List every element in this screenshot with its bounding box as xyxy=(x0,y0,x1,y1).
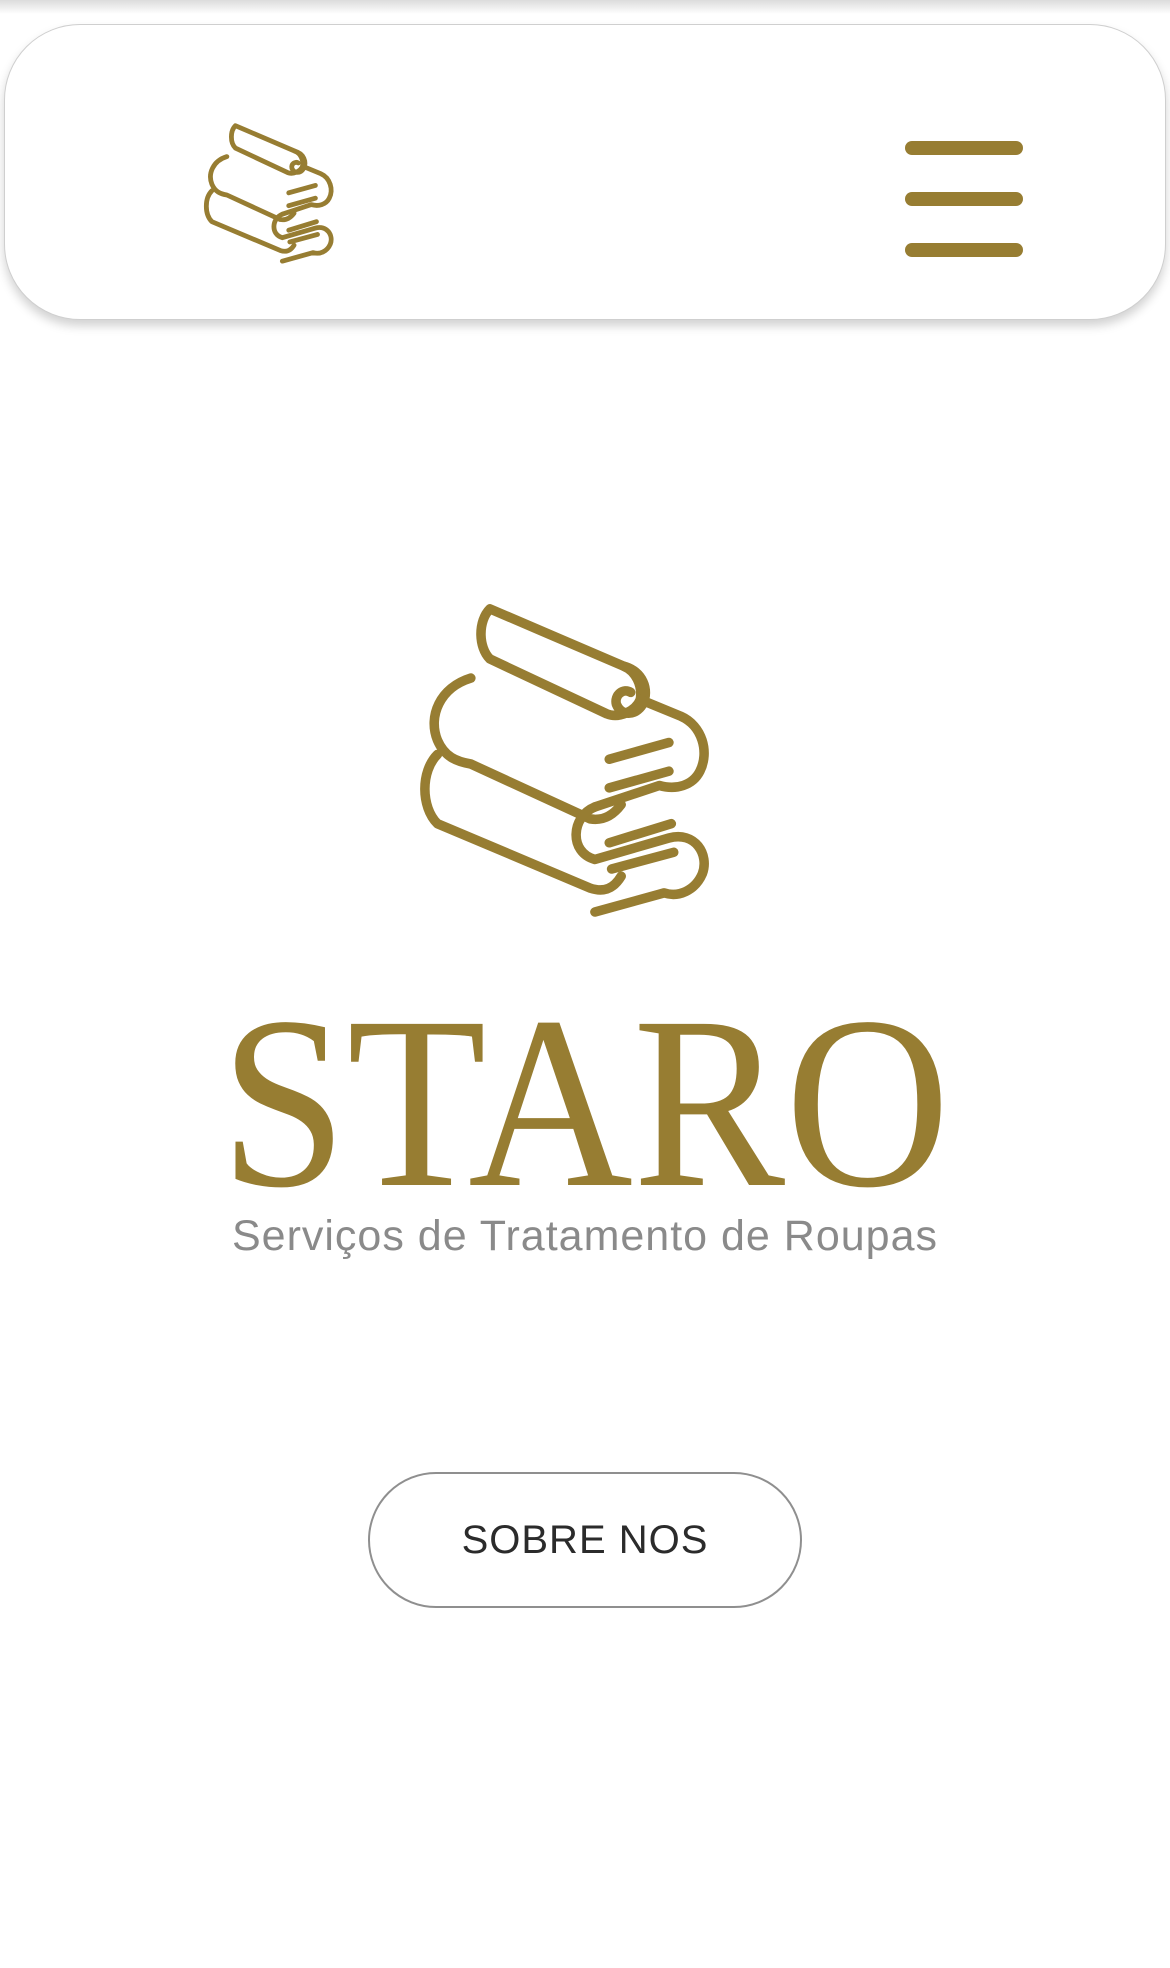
menu-bar-top xyxy=(905,141,1023,155)
menu-bar-middle xyxy=(905,192,1023,206)
folded-towels-icon xyxy=(203,123,334,264)
hamburger-menu-button[interactable] xyxy=(901,137,1027,261)
site-header xyxy=(4,24,1166,320)
hero-logo xyxy=(404,580,762,948)
menu-bar-bottom xyxy=(905,243,1023,257)
folded-towels-logo-icon xyxy=(420,604,709,917)
status-bar-shade xyxy=(0,0,1170,14)
brand-name: STARO xyxy=(220,992,950,1202)
header-logo-link[interactable] xyxy=(191,115,363,275)
brand-tagline: Serviços de Tratamento de Roupas xyxy=(231,1212,939,1260)
brand-wordmark: STARO xyxy=(220,992,950,1202)
page: STARO Serviços de Tratamento de Roupas S… xyxy=(0,0,1170,1968)
sobre-nos-button[interactable]: SOBRE NOS xyxy=(368,1472,802,1608)
